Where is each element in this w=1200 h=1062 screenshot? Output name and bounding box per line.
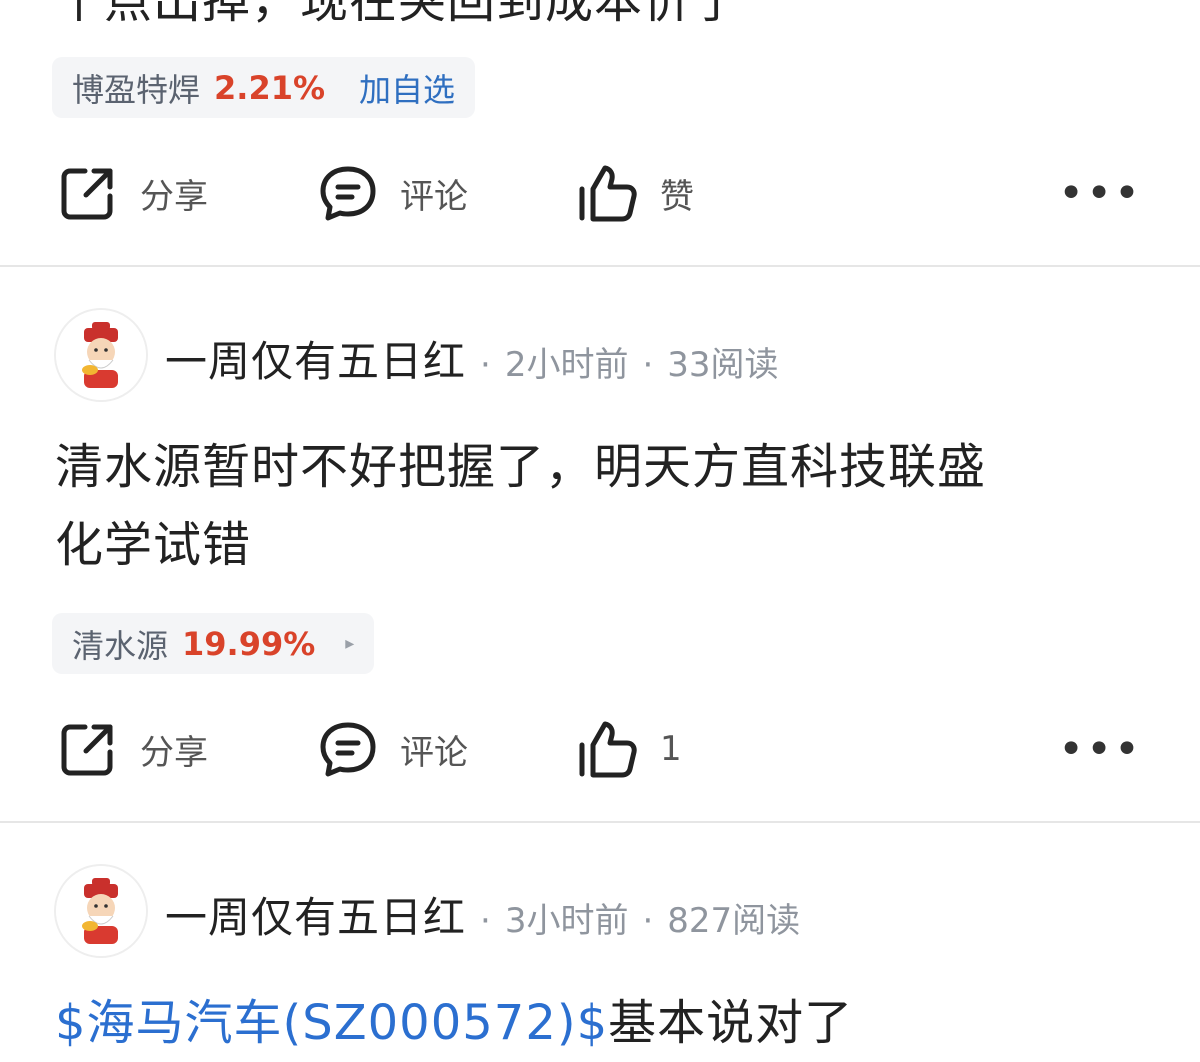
- meta-separator: ·: [480, 901, 491, 941]
- comment-icon: [318, 163, 378, 223]
- post-text: 个点出掉，现在突回到成本价了: [55, 0, 742, 29]
- post-text-line[interactable]: 化学试错: [55, 506, 251, 584]
- comment-icon: [318, 719, 378, 779]
- read-count: 33阅读: [667, 345, 779, 385]
- post-time: 2小时前: [504, 345, 629, 385]
- avatar-icon: [56, 310, 146, 400]
- like-button[interactable]: 赞: [578, 163, 694, 223]
- stock-name: 博盈特焊: [72, 70, 201, 109]
- stock-change: 19.99%: [182, 624, 316, 663]
- author-name[interactable]: 一周仅有五日红: [165, 884, 466, 945]
- stock-mention-link[interactable]: $海马汽车(SZ000572)$: [55, 995, 608, 1051]
- meta-separator: ·: [642, 901, 654, 941]
- author-line: 一周仅有五日红 · 3小时前 · 827阅读: [165, 884, 800, 945]
- post-divider: [0, 265, 1200, 267]
- comment-button[interactable]: 评论: [318, 719, 468, 779]
- avatar[interactable]: [54, 308, 148, 402]
- post-text-line[interactable]: 清水源暂时不好把握了，明天方直科技联盛: [55, 428, 986, 506]
- thumbs-up-icon: [578, 719, 638, 779]
- add-watchlist-button[interactable]: 加自选: [359, 65, 455, 111]
- stock-change: 2.21%: [214, 68, 326, 107]
- like-label: 赞: [660, 176, 694, 217]
- like-button[interactable]: 1: [578, 719, 682, 779]
- thumbs-up-icon: [578, 163, 638, 223]
- comment-label: 评论: [400, 176, 468, 217]
- share-button[interactable]: 分享: [58, 719, 208, 779]
- share-label: 分享: [140, 176, 208, 217]
- post-text-line[interactable]: $海马汽车(SZ000572)$基本说对了: [55, 984, 853, 1062]
- share-icon: [58, 719, 118, 779]
- author-name[interactable]: 一周仅有五日红: [165, 328, 466, 389]
- author-line: 一周仅有五日红 · 2小时前 · 33阅读: [165, 328, 779, 389]
- more-icon[interactable]: •••: [1058, 172, 1142, 216]
- meta-separator: ·: [480, 345, 491, 385]
- stock-chip[interactable]: 博盈特焊 2.21% 加自选: [52, 57, 476, 118]
- stock-chip[interactable]: 清水源 19.99% ▸: [52, 613, 375, 674]
- post-time: 3小时前: [504, 901, 629, 941]
- share-icon: [58, 163, 118, 223]
- more-icon[interactable]: •••: [1058, 728, 1142, 772]
- share-button[interactable]: 分享: [58, 163, 208, 223]
- meta-separator: ·: [642, 345, 654, 385]
- comment-button[interactable]: 评论: [318, 163, 468, 223]
- avatar-icon: [56, 866, 146, 956]
- read-count: 827阅读: [667, 901, 801, 941]
- post-divider: [0, 821, 1200, 823]
- share-label: 分享: [140, 732, 208, 773]
- like-count: 1: [660, 729, 682, 769]
- stock-name: 清水源: [72, 626, 169, 665]
- chevron-right-icon: ▸: [345, 633, 355, 654]
- avatar[interactable]: [54, 864, 148, 958]
- post-text-rest: 基本说对了: [608, 995, 854, 1051]
- comment-label: 评论: [400, 732, 468, 773]
